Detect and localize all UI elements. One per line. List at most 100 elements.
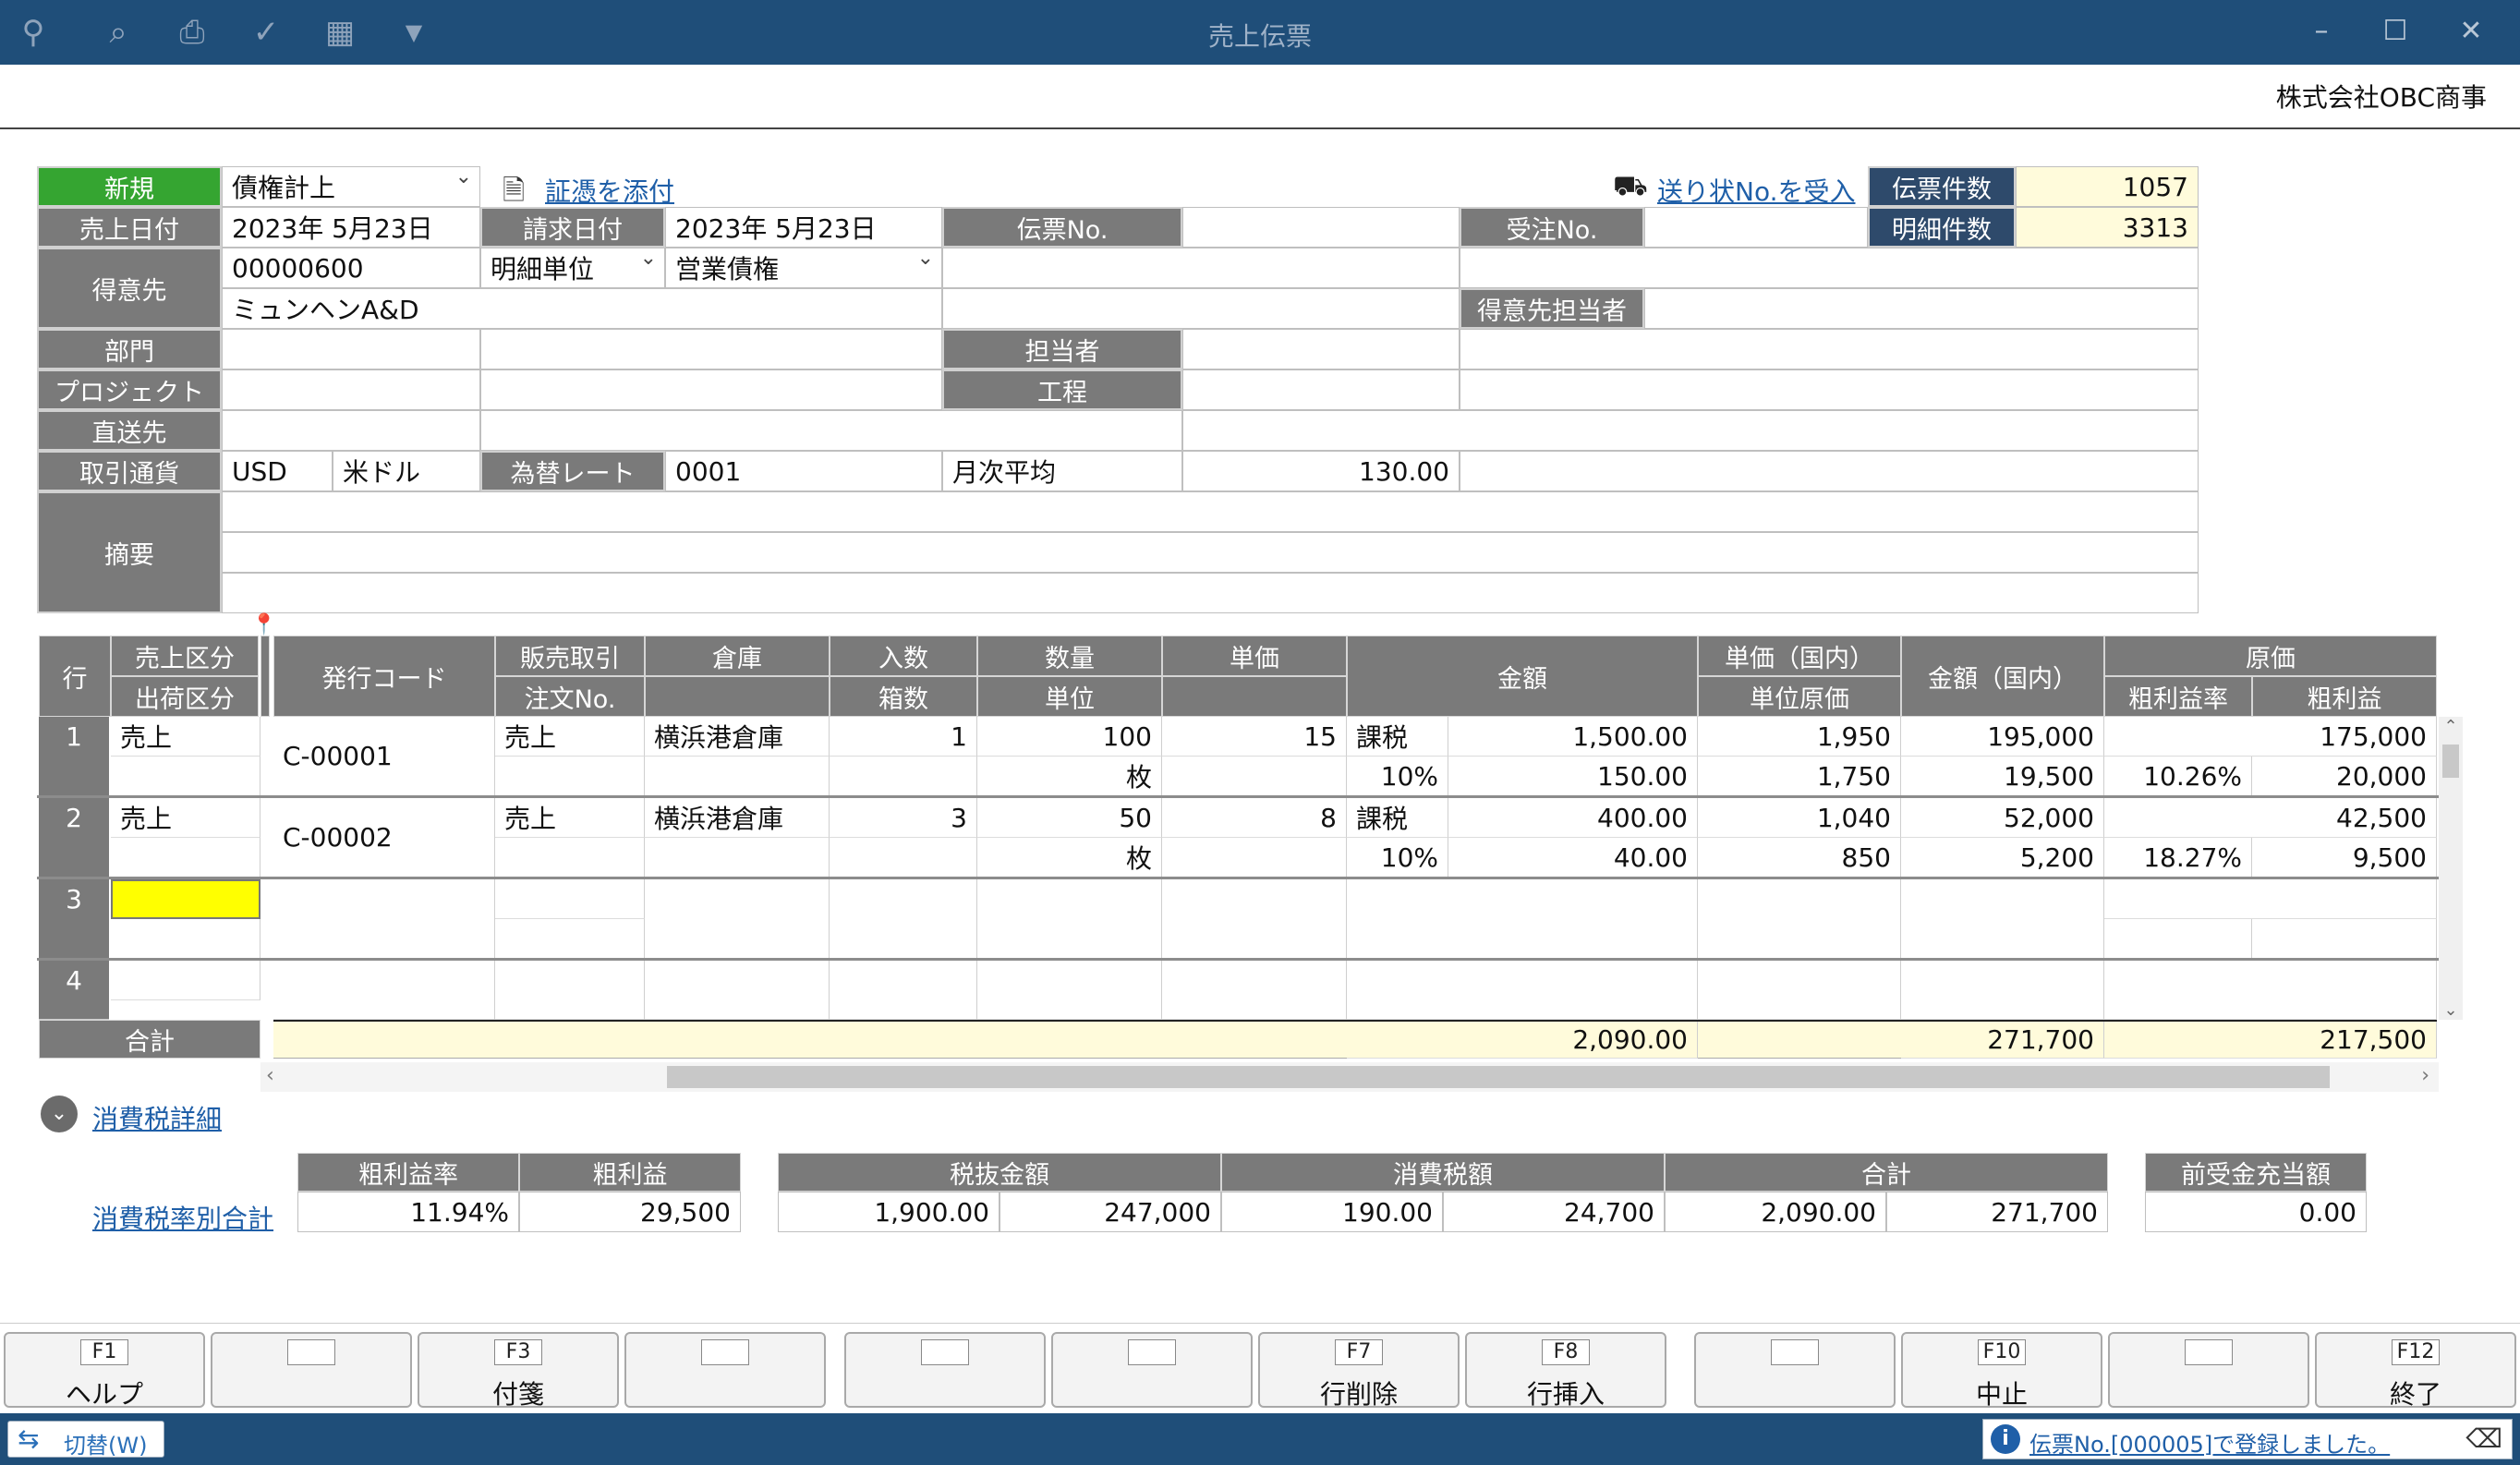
scroll-right-icon[interactable]: › <box>2421 1064 2429 1087</box>
col-sales-type[interactable]: 売上区分 <box>111 636 259 676</box>
boxes-cell[interactable] <box>830 838 977 878</box>
fkey-f10-cancel[interactable]: F10 中止 <box>1901 1332 2102 1410</box>
bill-date-field[interactable]: 2023年 5月23日 <box>665 207 942 248</box>
col-unit-price-dom[interactable]: 単価（国内） <box>1698 636 1901 676</box>
memo-line-3[interactable] <box>222 573 2199 613</box>
boxes-cell[interactable] <box>830 757 977 796</box>
unit-price-cell[interactable]: 8 <box>1162 798 1347 838</box>
slip-type-select[interactable]: 債権計上 <box>222 166 480 207</box>
amount-cell[interactable]: 400.00 <box>1448 798 1698 838</box>
tax-kind-cell[interactable]: 課税 <box>1347 798 1448 838</box>
col-amount-dom[interactable]: 金額（国内） <box>1901 636 2104 717</box>
ship-type-cell[interactable] <box>111 838 260 878</box>
fkey-f12-exit[interactable]: F12 終了 <box>2315 1332 2516 1410</box>
cost-cell[interactable]: 175,000 <box>2104 717 2437 757</box>
attach-evidence-link[interactable]: 証憑を添付 <box>545 172 674 209</box>
sales-type-cell[interactable]: 売上 <box>111 717 260 757</box>
per-box-cell[interactable]: 1 <box>830 717 977 757</box>
fkey-f7-delete-row[interactable]: F7 行削除 <box>1258 1332 1460 1410</box>
scroll-up-icon[interactable]: ⌃ <box>2439 717 2463 736</box>
col-boxes[interactable]: 箱数 <box>830 676 977 717</box>
detail-unit-select[interactable]: 明細単位 <box>480 248 665 288</box>
qty-cell[interactable]: 50 <box>977 798 1162 838</box>
fkey-f3-sticky[interactable]: F3 付箋 <box>418 1332 619 1410</box>
project-code-field[interactable] <box>222 369 480 410</box>
col-splitter[interactable] <box>260 636 270 717</box>
vertical-scrollbar[interactable]: ⌃ ⌄ <box>2439 717 2463 1020</box>
unit-price-dom-cell[interactable]: 1,040 <box>1698 798 1901 838</box>
sales-deal-cell[interactable] <box>495 879 645 919</box>
switch-button[interactable]: ⇆ 切替(W) <box>7 1421 164 1459</box>
warehouse-cell[interactable] <box>645 879 830 959</box>
col-unit-cost[interactable]: 単位原価 <box>1698 676 1901 717</box>
col-amount[interactable]: 金額 <box>1347 636 1698 717</box>
customer-rep-field[interactable] <box>1644 288 2199 329</box>
memo-line-2[interactable] <box>222 532 2199 573</box>
col-unit[interactable]: 単位 <box>977 676 1162 717</box>
amount-dom-cell[interactable] <box>1901 879 2104 959</box>
currency-code-field[interactable]: USD <box>222 451 333 491</box>
sales-deal-cell[interactable]: 売上 <box>495 798 645 838</box>
col-warehouse[interactable]: 倉庫 <box>645 636 830 676</box>
amount-dom-cell[interactable]: 195,000 <box>1901 717 2104 757</box>
scroll-down-icon[interactable]: ⌄ <box>2439 1000 2463 1020</box>
col-margin-rate[interactable]: 粗利益率 <box>2104 676 2252 717</box>
issue-code-cell[interactable] <box>273 879 495 959</box>
tax-detail-toggle[interactable]: 消費税詳細 <box>92 1099 222 1136</box>
fkey-f6[interactable] <box>1051 1332 1253 1408</box>
close-icon[interactable]: ✕ <box>2448 11 2494 52</box>
amount-cell[interactable] <box>1347 879 1698 959</box>
fkey-f1-help[interactable]: F1 ヘルプ <box>4 1332 205 1410</box>
rate-value-field[interactable]: 130.00 <box>1182 451 1460 491</box>
col-sales-deal[interactable]: 販売取引 <box>495 636 645 676</box>
sales-type-cell[interactable] <box>111 961 260 1000</box>
sales-deal-cell[interactable] <box>495 961 645 1020</box>
cost-cell[interactable] <box>2104 879 2437 919</box>
fkey-f11[interactable] <box>2108 1332 2309 1408</box>
fkey-f9[interactable] <box>1694 1332 1896 1408</box>
col-per-box[interactable]: 入数 <box>830 636 977 676</box>
issue-code-cell[interactable]: C-00001 <box>273 717 495 796</box>
col-margin[interactable]: 粗利益 <box>2252 676 2437 717</box>
tax-kind-cell[interactable]: 課税 <box>1347 717 1448 757</box>
amount-dom-cell[interactable] <box>1901 961 2104 1020</box>
eraser-icon[interactable]: ⌫ <box>2465 1423 2502 1454</box>
order-no-cell[interactable] <box>495 757 645 796</box>
col-qty[interactable]: 数量 <box>977 636 1162 676</box>
sales-type-cell[interactable]: 売上 <box>111 798 260 838</box>
cost-cell[interactable] <box>2104 961 2437 1020</box>
order-no-cell[interactable] <box>495 919 645 959</box>
unit-price-cell[interactable]: 15 <box>1162 717 1347 757</box>
issue-code-cell[interactable] <box>273 961 495 1020</box>
fkey-f4[interactable] <box>624 1332 826 1408</box>
unit-price-cell[interactable] <box>1162 961 1347 1020</box>
warehouse-cell[interactable]: 横浜港倉庫 <box>645 717 830 757</box>
ship-type-cell[interactable] <box>111 919 260 959</box>
per-box-cell[interactable] <box>830 961 977 1020</box>
unit-cost-cell[interactable]: 850 <box>1698 838 1901 878</box>
ship-type-cell[interactable] <box>111 757 260 796</box>
sales-date-field[interactable]: 2023年 5月23日 <box>222 207 480 248</box>
fkey-f5[interactable] <box>844 1332 1046 1408</box>
qty-cell[interactable]: 100 <box>977 717 1162 757</box>
amount-cell[interactable]: 1,500.00 <box>1448 717 1698 757</box>
unit-price-dom-cell[interactable] <box>1698 879 1901 959</box>
col-issue-code[interactable]: 発行コード <box>273 636 495 717</box>
warehouse-cell[interactable]: 横浜港倉庫 <box>645 798 830 838</box>
per-box-cell[interactable] <box>830 879 977 959</box>
process-code-field[interactable] <box>1182 369 1460 410</box>
active-sales-type-cell[interactable] <box>111 879 260 919</box>
customer-extra-field[interactable] <box>942 248 1460 288</box>
tax-rate-total-link[interactable]: 消費税率別合計 <box>92 1199 273 1236</box>
scroll-left-icon[interactable]: ‹ <box>266 1064 274 1087</box>
rate-code-field[interactable]: 0001 <box>665 451 942 491</box>
person-code-field[interactable] <box>1182 329 1460 369</box>
maximize-icon[interactable]: ☐ <box>2372 11 2418 52</box>
col-cost[interactable]: 原価 <box>2104 636 2437 676</box>
cost-cell[interactable]: 42,500 <box>2104 798 2437 838</box>
horizontal-scrollbar[interactable]: ‹ › <box>260 1062 2439 1092</box>
import-invoice-link[interactable]: 送り状No.を受入 <box>1657 172 1856 209</box>
customer-extra-field-2[interactable] <box>1460 248 2199 288</box>
unit-cell[interactable]: 枚 <box>977 838 1162 878</box>
scroll-thumb-h[interactable] <box>667 1066 2330 1088</box>
